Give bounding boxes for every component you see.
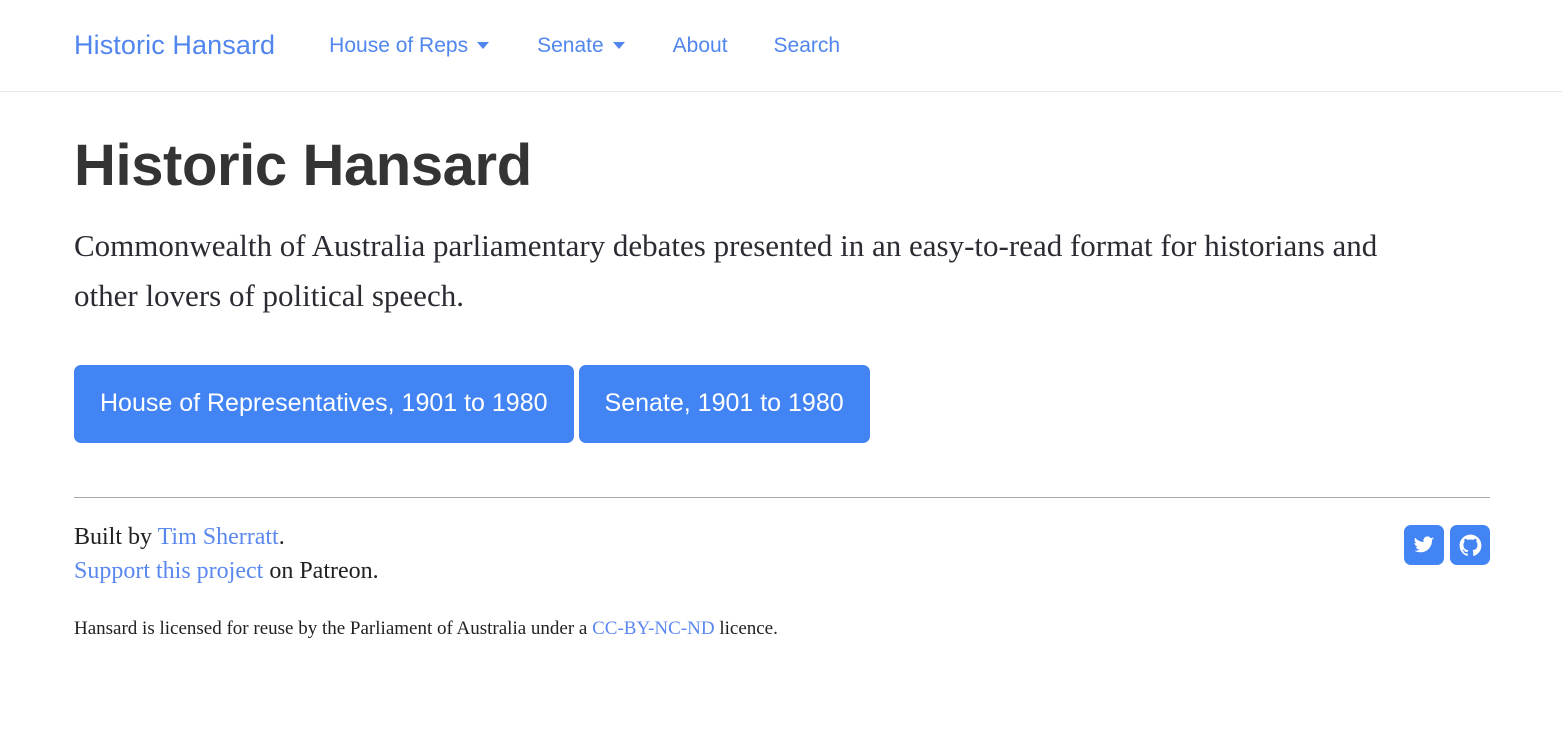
nav-label-house-of-reps: House of Reps: [329, 34, 469, 57]
main-content: Historic Hansard Commonwealth of Austral…: [0, 92, 1562, 642]
footer-credits: Built by Tim Sherratt. Support this proj…: [74, 520, 379, 588]
licence-prefix: Hansard is licensed for reuse by the Par…: [74, 617, 593, 639]
support-line: Support this project on Patreon.: [74, 554, 379, 588]
page-title: Historic Hansard: [74, 133, 532, 198]
licence-text: Hansard is licensed for reuse by the Par…: [0, 589, 1562, 643]
github-icon: [1458, 533, 1483, 558]
nav-link-house-of-reps[interactable]: House of Reps: [329, 34, 490, 57]
nav-label-senate: Senate: [537, 34, 604, 57]
social-links: [1404, 520, 1490, 566]
nav-brand-item: Historic Hansard: [74, 32, 275, 59]
senate-button[interactable]: Senate, 1901 to 1980: [578, 365, 870, 444]
nav-link-senate[interactable]: Senate: [537, 35, 625, 56]
licence-suffix: licence.: [714, 617, 778, 639]
primary-action-buttons: House of Representatives, 1901 to 1980 S…: [74, 321, 1490, 444]
support-suffix: on Patreon.: [263, 558, 379, 585]
chevron-down-icon: [477, 42, 490, 49]
nav-item-senate: Senate: [537, 35, 625, 56]
main-navbar: Historic Hansard House of Reps Senate Ab…: [0, 0, 1562, 92]
nav-link-about[interactable]: About: [673, 35, 728, 56]
built-by-prefix: Built by: [74, 524, 158, 551]
nav-item-house-of-reps: House of Reps: [329, 34, 490, 57]
nav-link-search[interactable]: Search: [774, 35, 841, 56]
twitter-icon: [1412, 533, 1436, 557]
house-of-representatives-button[interactable]: House of Representatives, 1901 to 1980: [74, 365, 574, 444]
support-project-link[interactable]: Support this project: [74, 558, 263, 584]
built-by-suffix: .: [278, 524, 285, 551]
chevron-down-icon: [612, 42, 625, 49]
footer-section: Built by Tim Sherratt. Support this proj…: [0, 443, 1562, 642]
navbar-links: Historic Hansard House of Reps Senate Ab…: [74, 32, 840, 59]
nav-brand-link[interactable]: Historic Hansard: [74, 30, 275, 60]
content-container: Historic Hansard Commonwealth of Austral…: [0, 92, 1562, 444]
nav-item-search: Search: [774, 35, 841, 56]
nav-item-about: About: [673, 35, 728, 56]
github-link[interactable]: [1450, 525, 1490, 566]
twitter-link[interactable]: [1404, 525, 1444, 566]
page-description: Commonwealth of Australia parliamentary …: [74, 227, 1378, 314]
footer-row: Built by Tim Sherratt. Support this proj…: [0, 498, 1562, 588]
licence-link[interactable]: CC-BY-NC-ND: [592, 618, 714, 639]
built-by-line: Built by Tim Sherratt.: [74, 520, 379, 554]
tim-sherratt-link[interactable]: Tim Sherratt: [158, 524, 279, 550]
